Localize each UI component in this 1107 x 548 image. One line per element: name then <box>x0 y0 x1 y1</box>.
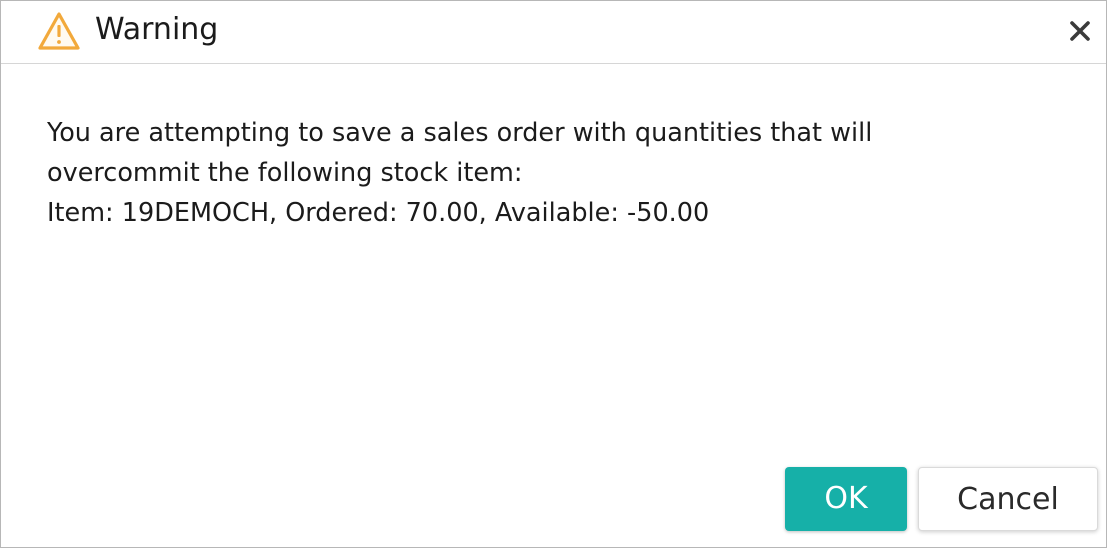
dialog-title: Warning <box>95 12 219 47</box>
dialog-header: Warning <box>1 1 1106 64</box>
warning-dialog: Warning You are attempting to save a sal… <box>0 0 1107 548</box>
cancel-button[interactable]: Cancel <box>918 467 1098 531</box>
message-line: overcommit the following stock item: <box>47 158 523 188</box>
message-line: You are attempting to save a sales order… <box>47 118 873 148</box>
dialog-message: You are attempting to save a sales order… <box>47 113 1057 233</box>
warning-triangle-icon <box>37 11 81 51</box>
ok-button[interactable]: OK <box>785 467 907 531</box>
close-icon[interactable] <box>1064 15 1096 47</box>
message-line: Item: 19DEMOCH, Ordered: 70.00, Availabl… <box>47 198 710 228</box>
